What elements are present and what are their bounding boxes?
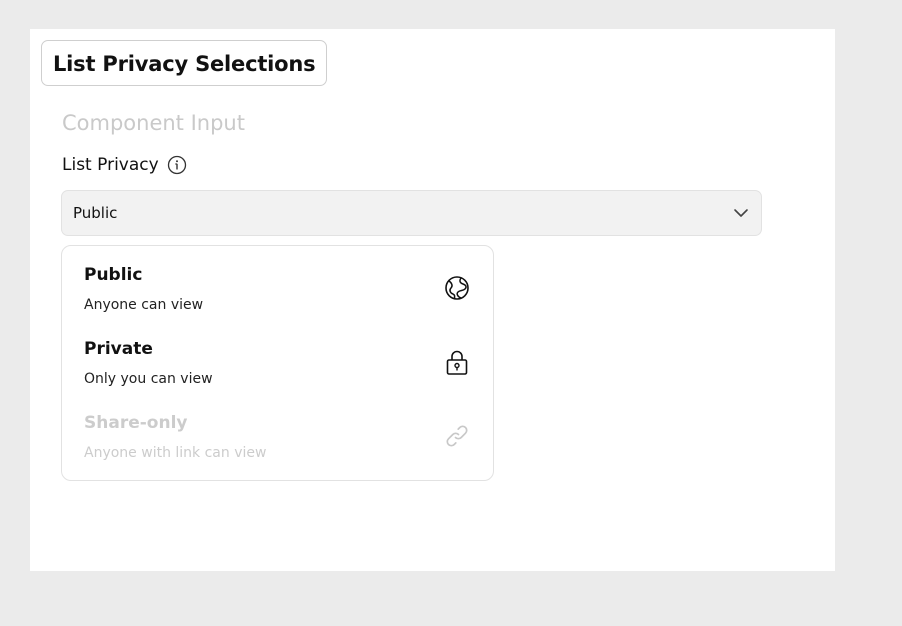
lock-icon: [443, 348, 471, 376]
option-description: Only you can view: [84, 371, 213, 387]
option-private[interactable]: Private Only you can view: [62, 320, 493, 394]
field-label-row: List Privacy: [62, 155, 187, 175]
option-public[interactable]: Public Anyone can view: [62, 246, 493, 320]
option-title: Share-only: [84, 413, 188, 433]
privacy-options-menu: Public Anyone can view Private Only you …: [61, 245, 494, 481]
info-circle-icon[interactable]: [167, 155, 187, 175]
privacy-select[interactable]: Public: [61, 190, 762, 236]
field-label: List Privacy: [62, 155, 159, 175]
option-description: Anyone can view: [84, 297, 204, 313]
component-canvas: List Privacy Selections Component Input …: [30, 29, 835, 571]
option-description: Anyone with link can view: [84, 445, 267, 461]
select-value: Public: [73, 204, 118, 222]
option-share-only: Share-only Anyone with link can view: [62, 394, 493, 468]
chevron-down-icon[interactable]: [733, 205, 749, 221]
option-title: Private: [84, 339, 153, 359]
page-title: List Privacy Selections: [41, 40, 328, 86]
globe-icon: [443, 274, 471, 302]
section-heading: Component Input: [62, 111, 245, 135]
option-title: Public: [84, 265, 143, 285]
link-icon: [443, 422, 471, 450]
